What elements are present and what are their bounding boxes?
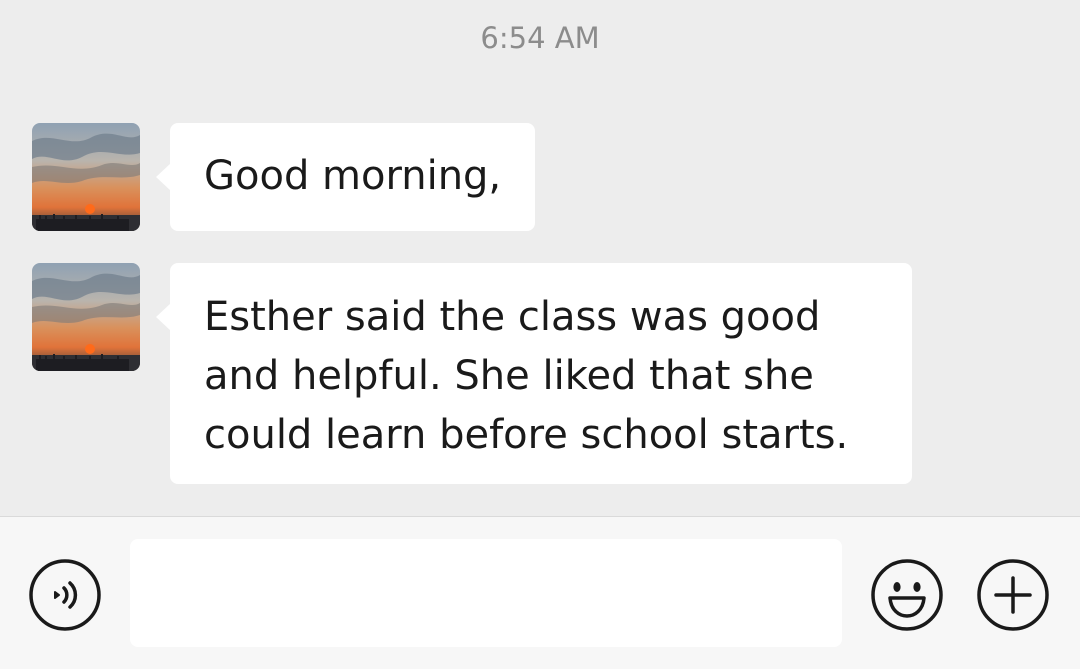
sender-avatar[interactable] (32, 263, 140, 371)
sender-avatar[interactable] (32, 123, 140, 231)
voice-icon (29, 559, 101, 631)
input-bar (0, 516, 1080, 669)
chat-area: 6:54 AM Good morning, Esther said the cl… (0, 0, 1080, 516)
emoji-smile-icon (871, 559, 943, 631)
voice-button[interactable] (28, 558, 102, 632)
message-bubble[interactable]: Good morning, (155, 123, 536, 231)
message-text-line: could learn before school starts. (204, 412, 849, 458)
message-bubble[interactable]: Esther said the class was good and helpf… (156, 263, 912, 484)
message-timestamp: 6:54 AM (480, 21, 600, 55)
message-text-line: and helpful. She liked that she (204, 353, 814, 399)
message-text-line: Esther said the class was good (204, 294, 821, 340)
plus-circle-icon (977, 559, 1049, 631)
message-input[interactable] (130, 539, 842, 647)
more-options-button[interactable] (976, 558, 1050, 632)
emoji-button[interactable] (870, 558, 944, 632)
message-text-line: Good morning, (204, 153, 502, 199)
